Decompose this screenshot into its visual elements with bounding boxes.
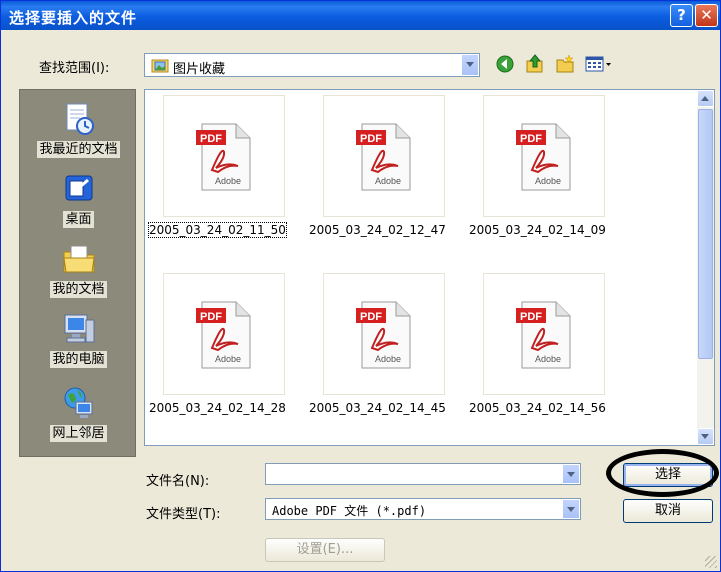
- pdf-file-icon: PDF Adobe: [516, 301, 571, 369]
- look-in-value: 图片收藏: [173, 62, 226, 77]
- scroll-thumb[interactable]: [698, 109, 713, 359]
- file-name[interactable]: 2005_03_24_02_14_45: [309, 401, 446, 415]
- file-thumbnail[interactable]: PDF Adobe: [163, 95, 285, 217]
- pdf-badge: PDF: [200, 133, 222, 145]
- title-bar[interactable]: 选择要插入的文件 ? ✕: [1, 1, 720, 30]
- file-name[interactable]: 2005_03_24_02_14_28: [149, 401, 286, 415]
- pdf-badge: PDF: [360, 311, 382, 323]
- scroll-down-icon[interactable]: [697, 428, 714, 445]
- pdf-file-icon: PDF Adobe: [196, 123, 251, 191]
- pdf-badge: PDF: [360, 133, 382, 145]
- place-label: 我最近的文档: [37, 141, 120, 158]
- dropdown-arrow-icon[interactable]: [562, 500, 579, 518]
- places-bar: 我最近的文档 桌面 我的文档 我的电脑 网上邻居: [19, 89, 136, 457]
- pdf-badge: PDF: [520, 311, 542, 323]
- place-label: 我的电脑: [50, 351, 107, 368]
- file-type-label: 文件类型(T):: [146, 507, 221, 522]
- new-folder-icon[interactable]: [555, 54, 575, 74]
- place-recent-documents[interactable]: 我最近的文档: [20, 102, 137, 158]
- file-dialog-window: 选择要插入的文件 ? ✕ 查找范围(I): 图片收藏 我最近的文档 桌面 我的文…: [0, 0, 721, 572]
- pdf-file-icon: PDF Adobe: [516, 123, 571, 191]
- scroll-up-icon[interactable]: [697, 90, 714, 107]
- adobe-label: Adobe: [215, 354, 241, 364]
- my-computer-icon: [64, 314, 94, 343]
- close-button[interactable]: ✕: [695, 4, 718, 27]
- up-folder-icon[interactable]: [525, 54, 545, 74]
- place-network[interactable]: 网上邻居: [20, 386, 137, 442]
- place-label: 桌面: [63, 211, 94, 228]
- adobe-label: Adobe: [215, 176, 241, 186]
- file-thumbnail[interactable]: PDF Adobe: [483, 95, 605, 217]
- file-thumbnail[interactable]: PDF Adobe: [323, 273, 445, 395]
- file-name[interactable]: 2005_03_24_02_11_50: [148, 222, 287, 238]
- network-places-icon: [64, 387, 92, 418]
- back-icon[interactable]: [495, 54, 515, 74]
- place-my-computer[interactable]: 我的电脑: [20, 312, 137, 368]
- place-label: 我的文档: [50, 281, 107, 298]
- resize-grip[interactable]: [705, 556, 717, 568]
- file-thumbnail[interactable]: PDF Adobe: [483, 273, 605, 395]
- place-label: 网上邻居: [50, 425, 107, 442]
- adobe-label: Adobe: [375, 176, 401, 186]
- pdf-file-icon: PDF Adobe: [356, 301, 411, 369]
- file-name[interactable]: 2005_03_24_02_14_56: [469, 401, 606, 415]
- select-button[interactable]: 选择: [623, 463, 713, 487]
- look-in-dropdown[interactable]: 图片收藏: [144, 53, 480, 77]
- dropdown-arrow-icon[interactable]: [461, 55, 478, 75]
- recent-documents-icon: [66, 103, 94, 135]
- file-type-dropdown[interactable]: Adobe PDF 文件 (*.pdf): [265, 498, 581, 520]
- pdf-file-icon: PDF Adobe: [356, 123, 411, 191]
- window-title: 选择要插入的文件: [9, 9, 138, 27]
- file-name-field[interactable]: [265, 463, 581, 485]
- view-menu-icon[interactable]: [585, 54, 613, 74]
- file-name[interactable]: 2005_03_24_02_14_09: [469, 223, 606, 237]
- desktop-icon: [65, 175, 92, 201]
- file-thumbnail[interactable]: PDF Adobe: [163, 273, 285, 395]
- file-name[interactable]: 2005_03_24_02_12_47: [309, 223, 446, 237]
- pdf-badge: PDF: [520, 133, 542, 145]
- picture-folder-icon: [151, 59, 169, 73]
- file-list-view[interactable]: PDF Adobe 2005_03_24_02_11_50 PDF Adobe 2005_…: [144, 89, 715, 446]
- place-my-documents[interactable]: 我的文档: [20, 242, 137, 298]
- adobe-label: Adobe: [535, 354, 561, 364]
- cancel-button[interactable]: 取消: [623, 499, 713, 523]
- adobe-label: Adobe: [535, 176, 561, 186]
- file-thumbnail[interactable]: PDF Adobe: [323, 95, 445, 217]
- pdf-file-icon: PDF Adobe: [196, 301, 251, 369]
- vertical-scrollbar[interactable]: [697, 90, 714, 445]
- file-type-value: Adobe PDF 文件 (*.pdf): [272, 504, 427, 518]
- file-name-label: 文件名(N):: [146, 474, 210, 489]
- settings-button[interactable]: 设置(E)...: [265, 538, 385, 562]
- place-desktop[interactable]: 桌面: [20, 172, 137, 228]
- dropdown-arrow-icon[interactable]: [562, 465, 579, 483]
- pdf-badge: PDF: [200, 311, 222, 323]
- my-documents-icon: [62, 245, 95, 273]
- look-in-label: 查找范围(I):: [39, 61, 110, 76]
- help-button[interactable]: ?: [670, 4, 693, 27]
- adobe-label: Adobe: [375, 354, 401, 364]
